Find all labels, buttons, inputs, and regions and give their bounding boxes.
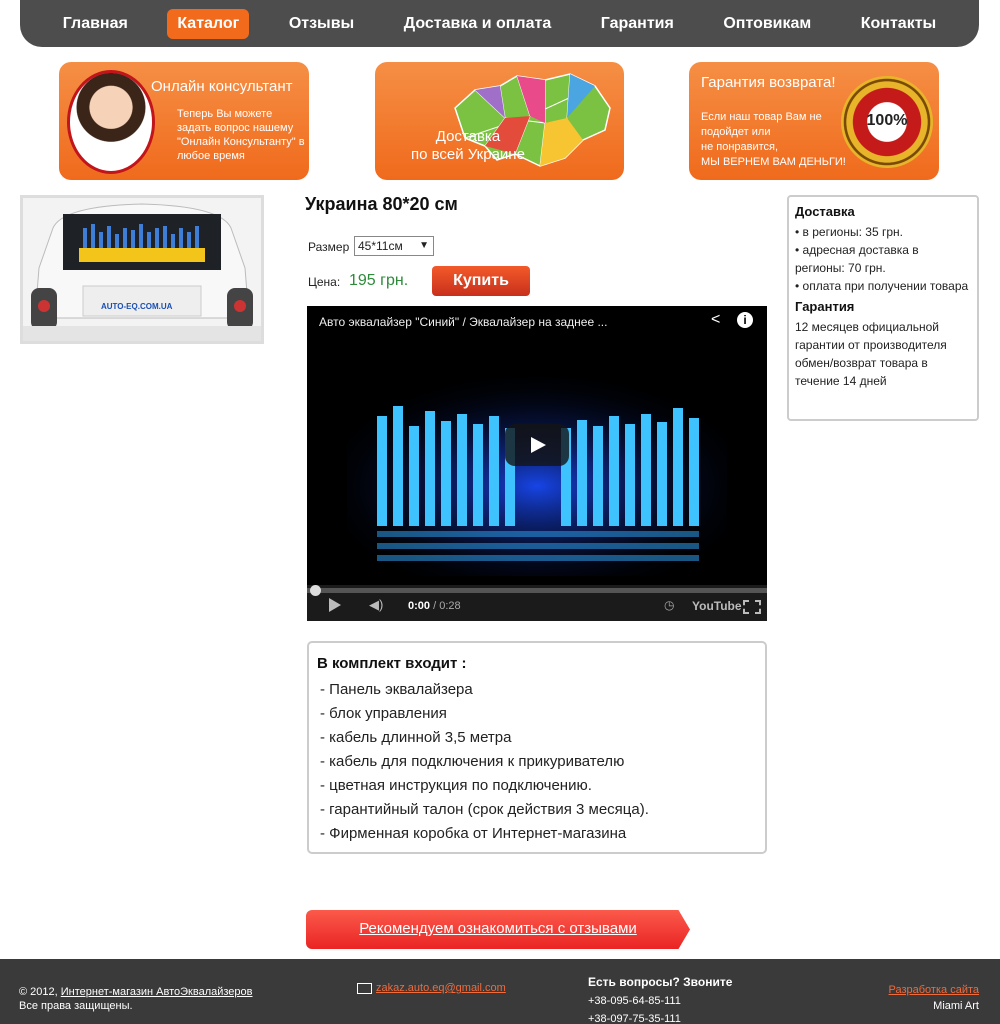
size-label: Размер	[308, 240, 350, 254]
banner-money-back[interactable]: Гарантия возврата! Если наш товар Вам не…	[689, 62, 939, 180]
product-image[interactable]: AUTO-EQ.COM.UA	[20, 195, 264, 344]
video-time: 0:00 / 0:28	[408, 600, 461, 612]
delivery-guarantee-sidebar: Доставка • в регионы: 35 грн. • адресная…	[787, 195, 979, 421]
list-item: - кабель для подключения к прикуривателю	[320, 753, 625, 770]
info-icon[interactable]: i	[737, 312, 753, 328]
consultant-text: Теперь Вы можете задать вопрос нашему "О…	[177, 108, 305, 162]
watch-later-icon[interactable]: ◷	[664, 598, 674, 612]
video-title: Авто эквалайзер "Синий" / Эквалайзер на …	[319, 315, 608, 329]
dropdown-arrow-icon: ▼	[419, 240, 429, 251]
nav-item-guarantee[interactable]: Гарантия	[591, 9, 684, 39]
nav-item-contacts[interactable]: Контакты	[851, 9, 946, 39]
nav-item-home[interactable]: Главная	[53, 9, 138, 39]
list-item: - Панель эквалайзера	[320, 681, 473, 698]
phone-1: +38-095-64-85-111	[588, 995, 681, 1007]
reviews-link-button[interactable]: Рекомендуем ознакомиться с отзывами	[306, 910, 690, 949]
footer-copyright: © 2012, Интернет-магазин АвтоЭквалайзеро…	[19, 986, 253, 1012]
footer-developer: Разработка сайта Miami Art	[889, 982, 979, 1014]
volume-icon[interactable]: ◀)	[369, 597, 383, 613]
consultant-photo	[67, 70, 155, 174]
list-item: - цветная инструкция по подключению.	[320, 777, 592, 794]
video-progress-bar[interactable]	[307, 588, 767, 593]
kit-heading: В комплект входит :	[317, 655, 467, 672]
play-icon[interactable]	[329, 598, 341, 612]
video-scrubber-handle[interactable]	[310, 585, 321, 596]
price-label: Цена:	[308, 275, 341, 289]
video-thumbnail	[347, 376, 727, 576]
guarantee-heading: Гарантия	[795, 299, 855, 314]
developer-link[interactable]: Разработка сайта	[889, 984, 979, 996]
developer-name: Miami Art	[933, 1000, 979, 1012]
list-item: • в регионы: 35 грн.	[795, 225, 903, 239]
nav-item-delivery[interactable]: Доставка и оплата	[394, 9, 562, 39]
delivery-banner-text: Доставка по всей Украине	[411, 128, 525, 163]
youtube-logo-icon[interactable]: YouTube	[692, 599, 742, 613]
share-icon[interactable]: <	[711, 311, 720, 329]
delivery-heading: Доставка	[795, 204, 855, 219]
product-title: Украина 80*20 см	[305, 194, 458, 214]
list-item: • адресная доставка в регионы: 70 грн.	[795, 243, 919, 275]
play-overlay-button[interactable]	[505, 424, 569, 466]
fullscreen-icon[interactable]	[743, 600, 761, 614]
guarantee-banner-text: Если наш товар Вам не подойдет или не по…	[701, 111, 846, 168]
guarantee-text: 12 месяцев официальной гарантии от произ…	[795, 320, 947, 388]
footer-email: zakaz.auto.eq@gmail.com	[357, 982, 506, 994]
buy-button[interactable]: Купить	[432, 266, 530, 296]
price-value: 195 грн.	[349, 272, 409, 289]
footer: © 2012, Интернет-магазин АвтоЭквалайзеро…	[0, 959, 1000, 1024]
email-link[interactable]: zakaz.auto.eq@gmail.com	[376, 982, 506, 994]
banner-delivery[interactable]: Доставка по всей Украине	[375, 62, 624, 180]
video-player[interactable]: Авто эквалайзер "Синий" / Эквалайзер на …	[307, 306, 767, 621]
kit-contents-box: В комплект входит : - Панель эквалайзера…	[307, 641, 767, 854]
phone-2: +38-097-75-35-111	[588, 1013, 681, 1024]
list-item: - гарантийный талон (срок действия 3 мес…	[320, 801, 649, 818]
list-item: - блок управления	[320, 705, 447, 722]
car-rear-image	[23, 198, 261, 341]
main-nav: Главная Каталог Отзывы Доставка и оплата…	[20, 0, 979, 47]
size-select[interactable]: 45*11см ▼	[354, 236, 434, 256]
footer-shop-link[interactable]: Интернет-магазин АвтоЭквалайзеров	[61, 986, 253, 998]
phone-heading: Есть вопросы? Звоните	[588, 975, 733, 989]
nav-item-reviews[interactable]: Отзывы	[279, 9, 364, 39]
money-back-seal-icon: 100%	[841, 76, 933, 168]
banner-online-consultant[interactable]: Онлайн консультант Теперь Вы можете зада…	[59, 62, 309, 180]
delivery-list: • в регионы: 35 грн. • адресная доставка…	[795, 223, 971, 295]
footer-phones: Есть вопросы? Звоните +38-095-64-85-111 …	[588, 973, 732, 1024]
nav-item-wholesale[interactable]: Оптовикам	[713, 9, 821, 39]
list-item: • оплата при получении товара	[795, 279, 969, 293]
list-item: - кабель длинной 3,5 метра	[320, 729, 512, 746]
list-item: - Фирменная коробка от Интернет-магазина	[320, 825, 627, 842]
nav-item-catalog[interactable]: Каталог	[167, 8, 250, 39]
kit-list: - Панель эквалайзера - блок управления -…	[317, 678, 757, 846]
guarantee-banner-title: Гарантия возврата!	[701, 74, 836, 91]
image-watermark: AUTO-EQ.COM.UA	[101, 302, 173, 311]
envelope-icon	[357, 982, 372, 994]
consultant-title: Онлайн консультант	[151, 78, 293, 95]
